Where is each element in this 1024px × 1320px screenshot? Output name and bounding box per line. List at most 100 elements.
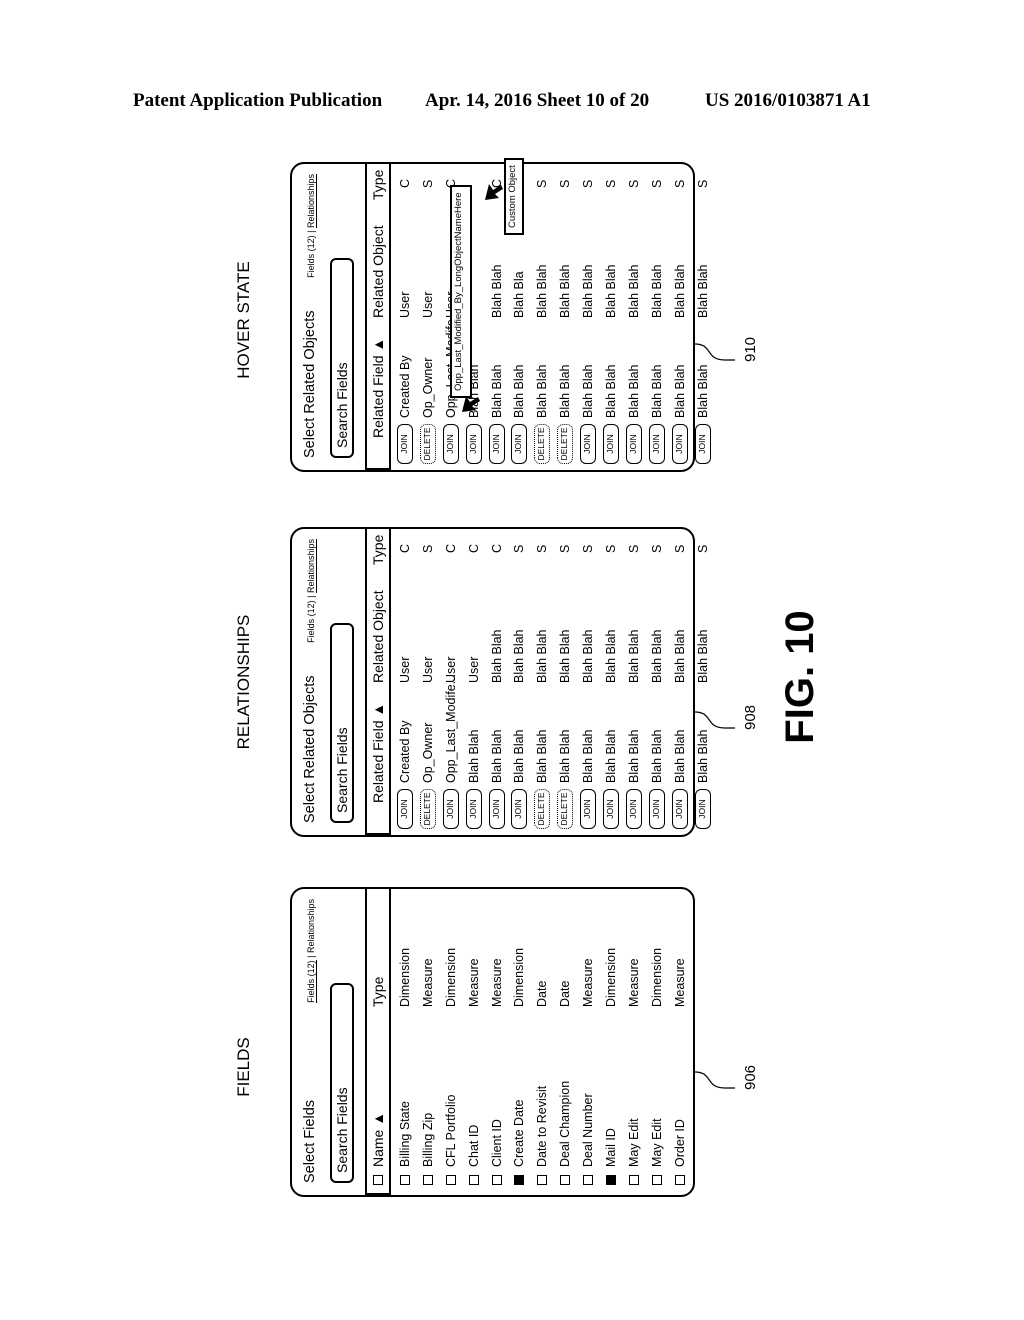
join-button[interactable]: JOIN bbox=[694, 789, 711, 829]
table-row[interactable]: JOIN Blah Blah Blah Blah S bbox=[508, 529, 531, 835]
row-checkbox[interactable] bbox=[537, 1175, 548, 1185]
join-button[interactable]: JOIN bbox=[625, 789, 642, 829]
row-checkbox[interactable] bbox=[445, 1175, 456, 1185]
join-button[interactable]: JOIN bbox=[648, 424, 665, 464]
table-row[interactable]: JOIN Blah Blah Blah Blah S bbox=[692, 529, 715, 835]
row-checkbox[interactable] bbox=[583, 1175, 594, 1185]
table-row[interactable]: JOIN Blah Blah Blah Blah S bbox=[600, 529, 623, 835]
search-input[interactable]: Search Fields bbox=[330, 983, 354, 1183]
table-row[interactable]: May Edit Measure bbox=[623, 889, 646, 1195]
related-object: Blah Blah bbox=[695, 264, 710, 318]
table-row[interactable]: JOIN Blah Blah Blah Blah C bbox=[486, 529, 509, 835]
table-row[interactable]: JOIN Blah Blah Blah Blah S bbox=[646, 529, 669, 835]
delete-button[interactable]: DELETE bbox=[534, 789, 551, 829]
table-row[interactable]: DELETE Blah Blah Blah Blah S bbox=[554, 529, 577, 835]
tab-fields[interactable]: Fields (12) bbox=[306, 600, 316, 643]
table-row[interactable]: JOIN Blah Blah Blah Blah S bbox=[577, 164, 600, 470]
search-input[interactable]: Search Fields bbox=[330, 623, 354, 823]
table-row[interactable]: JOIN Blah Blah Blah Blah S bbox=[669, 529, 692, 835]
delete-button[interactable]: DELETE bbox=[419, 424, 436, 464]
table-row[interactable]: JOIN Opp_Last_Modife...User C bbox=[440, 529, 463, 835]
table-row[interactable]: Order ID Measure bbox=[669, 889, 692, 1195]
row-checkbox[interactable] bbox=[560, 1175, 571, 1185]
table-row[interactable]: DELETE Op_Owner User S bbox=[417, 164, 440, 470]
tab-fields[interactable]: Fields (12) bbox=[306, 235, 316, 278]
table-row[interactable]: JOIN Created By User C bbox=[394, 164, 417, 470]
delete-button[interactable]: DELETE bbox=[557, 424, 574, 464]
join-button[interactable]: JOIN bbox=[397, 424, 413, 464]
join-button[interactable]: JOIN bbox=[465, 424, 482, 464]
search-input[interactable]: Search Fields bbox=[330, 258, 354, 458]
join-button[interactable]: JOIN bbox=[694, 424, 711, 464]
table-row[interactable]: DELETE Blah Blah Blah Blah S bbox=[531, 529, 554, 835]
join-button[interactable]: JOIN bbox=[442, 789, 459, 829]
join-button[interactable]: JOIN bbox=[580, 424, 597, 464]
row-checkbox[interactable] bbox=[674, 1175, 685, 1185]
join-button[interactable]: JOIN bbox=[603, 789, 620, 829]
table-row[interactable]: JOIN Blah Blah Blah Blah S bbox=[577, 529, 600, 835]
table-row[interactable]: Date to Revisit Date bbox=[531, 889, 554, 1195]
join-button[interactable]: JOIN bbox=[511, 424, 528, 464]
column-header-related-object[interactable]: Related Object bbox=[370, 225, 386, 318]
column-header-type[interactable]: Type bbox=[370, 535, 386, 565]
row-checkbox[interactable] bbox=[422, 1175, 433, 1185]
table-row[interactable]: JOIN Blah Blah Blah Blah S bbox=[623, 529, 646, 835]
table-row[interactable]: Mail ID Dimension bbox=[600, 889, 623, 1195]
join-button[interactable]: JOIN bbox=[625, 424, 642, 464]
table-row[interactable]: DELETE Blah Blah Blah Blah S bbox=[554, 164, 577, 470]
row-checkbox[interactable] bbox=[491, 1175, 502, 1185]
join-button[interactable]: JOIN bbox=[648, 789, 665, 829]
row-checkbox[interactable] bbox=[628, 1175, 639, 1185]
table-row[interactable]: Deal Champion Date bbox=[554, 889, 577, 1195]
row-checkbox[interactable] bbox=[606, 1175, 617, 1185]
tab-fields[interactable]: Fields (12) bbox=[306, 960, 317, 1003]
column-header-related-object[interactable]: Related Object bbox=[370, 590, 386, 683]
row-checkbox[interactable] bbox=[400, 1175, 410, 1185]
table-row[interactable]: JOIN Blah Blah User C bbox=[463, 529, 486, 835]
table-row[interactable]: DELETE Op_Owner User S bbox=[417, 529, 440, 835]
tab-relationships[interactable]: Relationships bbox=[306, 899, 316, 953]
join-button[interactable]: JOIN bbox=[580, 789, 597, 829]
join-button[interactable]: JOIN bbox=[511, 789, 528, 829]
join-button[interactable]: JOIN bbox=[603, 424, 620, 464]
row-checkbox[interactable] bbox=[468, 1175, 479, 1185]
column-header-related-field[interactable]: Related Field ▲ bbox=[370, 703, 386, 803]
column-header-type[interactable]: Type bbox=[370, 170, 386, 200]
join-button[interactable]: JOIN bbox=[442, 424, 459, 464]
table-row[interactable]: Billing Zip Measure bbox=[417, 889, 440, 1195]
table-row[interactable]: Billing State Dimension bbox=[394, 889, 417, 1195]
table-row[interactable]: JOIN Blah Blah Blah Blah S bbox=[646, 164, 669, 470]
panel-title: Select Related Objects bbox=[302, 675, 318, 824]
table-row[interactable]: Client ID Measure bbox=[486, 889, 509, 1195]
column-header-type[interactable]: Type bbox=[370, 977, 386, 1007]
table-row[interactable]: JOIN Created By User C bbox=[394, 529, 417, 835]
table-row[interactable]: DELETE Blah Blah Blah Blah S bbox=[531, 164, 554, 470]
table-row[interactable]: CFL Portfolio Dimension bbox=[440, 889, 463, 1195]
tab-relationships[interactable]: Relationships bbox=[306, 174, 317, 229]
join-button[interactable]: JOIN bbox=[488, 424, 505, 464]
object-type: S bbox=[581, 544, 596, 553]
delete-button[interactable]: DELETE bbox=[557, 789, 574, 829]
join-button[interactable]: JOIN bbox=[465, 789, 482, 829]
tab-relationships[interactable]: Relationships bbox=[306, 539, 317, 594]
table-row[interactable]: Chat ID Measure bbox=[463, 889, 486, 1195]
column-header-related-field[interactable]: Related Field ▲ bbox=[370, 338, 386, 438]
join-button[interactable]: JOIN bbox=[488, 789, 505, 829]
join-button[interactable]: JOIN bbox=[671, 424, 688, 464]
join-button[interactable]: JOIN bbox=[397, 789, 413, 829]
table-row[interactable]: JOIN Blah Blah Blah Blah S bbox=[692, 164, 715, 470]
delete-button[interactable]: DELETE bbox=[534, 424, 551, 464]
table-row[interactable]: Deal Number Measure bbox=[577, 889, 600, 1195]
table-row[interactable]: JOIN Blah Blah Blah Blah S bbox=[600, 164, 623, 470]
table-row[interactable]: JOIN Blah Blah Blah Blah S bbox=[623, 164, 646, 470]
join-button[interactable]: JOIN bbox=[671, 789, 688, 829]
field-type: Dimension bbox=[604, 947, 619, 1007]
row-checkbox[interactable] bbox=[651, 1175, 662, 1185]
delete-button[interactable]: DELETE bbox=[419, 789, 436, 829]
select-all-checkbox[interactable] bbox=[373, 1175, 383, 1185]
table-row[interactable]: May Edit Dimension bbox=[646, 889, 669, 1195]
row-checkbox[interactable] bbox=[514, 1175, 525, 1185]
table-row[interactable]: Create Date Dimension bbox=[508, 889, 531, 1195]
column-header-name[interactable]: Name ▲ bbox=[370, 1112, 386, 1167]
table-row[interactable]: JOIN Blah Blah Blah Blah S bbox=[669, 164, 692, 470]
